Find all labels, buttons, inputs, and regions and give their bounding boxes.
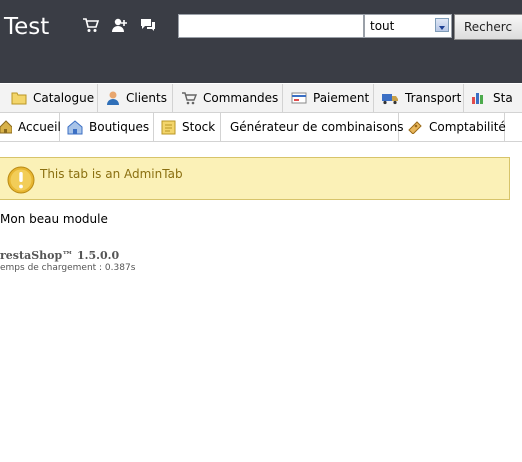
- tab-accueil[interactable]: Accueil: [0, 113, 61, 141]
- admin-header: Test tout Recherc: [0, 0, 522, 83]
- tab-generateur-combinaisons[interactable]: Générateur de combinaisons: [221, 113, 404, 141]
- accounting-icon: [408, 121, 422, 134]
- module-title: Mon beau module: [0, 212, 108, 226]
- tab-label: Catalogue: [33, 91, 95, 105]
- tab-stock[interactable]: Stock: [154, 113, 221, 141]
- messages-icon[interactable]: [139, 16, 157, 34]
- customer-icon[interactable]: [111, 16, 129, 34]
- stock-icon: [161, 120, 176, 134]
- cart-icon: [182, 92, 197, 105]
- tab-label: Boutiques: [89, 120, 150, 134]
- tab-label: Accueil: [18, 120, 61, 134]
- tab-label: Stock: [182, 120, 216, 134]
- search-input[interactable]: [178, 14, 364, 38]
- tab-transport[interactable]: Transport: [374, 84, 464, 112]
- stats-icon: [472, 93, 483, 104]
- tab-comptabilite[interactable]: Comptabilité: [399, 113, 506, 141]
- tab-label: Sta: [493, 91, 513, 105]
- folder-icon: [11, 92, 27, 105]
- tab-clients[interactable]: Clients: [98, 84, 173, 112]
- truck-icon: [382, 94, 398, 105]
- tab-label: Clients: [126, 91, 167, 105]
- tab-commandes[interactable]: Commandes: [173, 84, 283, 112]
- tab-label: Commandes: [203, 91, 279, 105]
- customers-icon: [107, 91, 119, 105]
- sub-tabs-row: Accueil Boutiques Stock Générateur de co…: [0, 113, 522, 142]
- tab-stats[interactable]: Sta: [464, 84, 522, 112]
- main-tabs-row: Catalogue Clients Commandes Paiement Tra…: [0, 84, 522, 113]
- warning-icon: [7, 166, 35, 198]
- home-icon: [0, 120, 12, 134]
- admintab-alert: This tab is an AdminTab: [0, 157, 510, 200]
- chevron-down-icon[interactable]: [435, 18, 449, 32]
- shop-icon: [67, 119, 83, 134]
- search-button[interactable]: Recherc: [454, 14, 522, 40]
- payment-icon: [291, 92, 307, 104]
- tab-catalogue[interactable]: Catalogue: [0, 84, 98, 112]
- tab-label: Générateur de combinaisons: [230, 120, 404, 134]
- tab-paiement[interactable]: Paiement: [283, 84, 374, 112]
- tab-label: Comptabilité: [429, 120, 506, 134]
- shop-title[interactable]: Test: [4, 14, 49, 40]
- search-scope-value: tout: [370, 19, 395, 33]
- cart-icon[interactable]: [82, 16, 100, 34]
- tab-label: Paiement: [313, 91, 370, 105]
- alert-message: This tab is an AdminTab: [40, 167, 183, 181]
- footer-brand[interactable]: restaShop™ 1.5.0.0: [0, 249, 119, 262]
- tab-label: Transport: [405, 91, 462, 105]
- search-scope-select[interactable]: tout: [364, 14, 452, 38]
- footer-load-time: emps de chargement : 0.387s: [0, 263, 136, 273]
- tab-boutiques[interactable]: Boutiques: [60, 113, 154, 141]
